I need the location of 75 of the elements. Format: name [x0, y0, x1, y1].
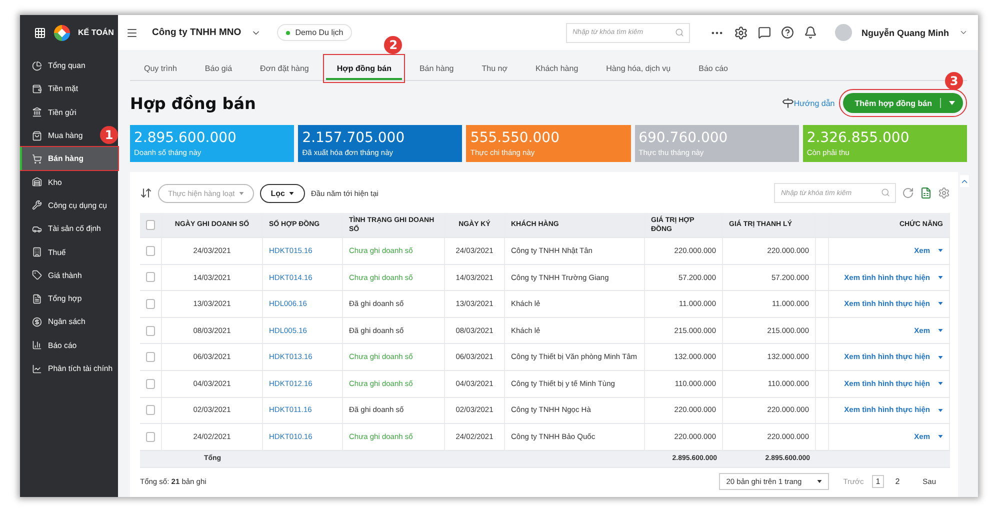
caret-icon[interactable]: [938, 249, 943, 252]
help-icon[interactable]: [780, 26, 794, 39]
logo-text: KẾ TOÁN: [78, 28, 114, 37]
apps-icon[interactable]: [34, 26, 46, 38]
settings-icon[interactable]: [734, 26, 748, 40]
pie-chart-icon: [32, 60, 42, 71]
bell-icon[interactable]: [804, 26, 816, 39]
page-button[interactable]: 1: [872, 475, 884, 488]
checkbox[interactable]: [146, 272, 155, 282]
checkbox[interactable]: [146, 405, 155, 416]
caret-icon: [817, 480, 822, 484]
callout-badge: 2: [384, 36, 402, 54]
caret-icon: [288, 192, 294, 194]
checkbox[interactable]: [146, 326, 155, 336]
tab[interactable]: Báo giá: [194, 57, 244, 80]
wallet-icon: [32, 84, 42, 94]
checkbox[interactable]: [146, 378, 155, 389]
search-icon: [674, 28, 684, 36]
tab[interactable]: Quy trình: [133, 57, 188, 80]
bag-icon: [32, 130, 42, 141]
checkbox[interactable]: [146, 246, 155, 256]
car-icon: [32, 224, 42, 234]
dollar-icon: [32, 316, 42, 327]
caret-icon[interactable]: [938, 302, 943, 306]
checkbox[interactable]: [146, 432, 155, 442]
logo-icon: [54, 24, 70, 40]
caret-icon: [949, 101, 955, 105]
cart-icon: [32, 154, 42, 164]
tab[interactable]: Bán hàng: [408, 57, 465, 80]
document-icon: [32, 294, 42, 304]
collapse-button[interactable]: [960, 175, 969, 187]
card-value: 2.895.600.000: [134, 130, 238, 146]
caret-icon[interactable]: [938, 329, 943, 332]
caret-icon[interactable]: [938, 382, 943, 386]
checkbox[interactable]: [146, 352, 155, 362]
status-dot: [286, 30, 290, 34]
bank-icon: [32, 107, 42, 118]
spreadsheet-icon[interactable]: [920, 187, 932, 199]
wrench-icon: [32, 200, 42, 210]
checkbox[interactable]: [146, 298, 155, 309]
card-value: 555.550.000: [470, 130, 560, 146]
tab[interactable]: Khách hàng: [524, 57, 590, 80]
callout-badge: 3: [945, 72, 963, 90]
signpost-icon: [782, 97, 794, 109]
search-icon: [881, 188, 890, 197]
card-value: 690.760.000: [638, 130, 729, 146]
caret-icon[interactable]: [938, 435, 943, 438]
line-chart-icon: [32, 364, 42, 374]
bar-chart-icon: [32, 340, 42, 350]
chevron-down-icon[interactable]: [959, 28, 968, 37]
callout-badge: 1: [100, 126, 118, 144]
caret-icon: [238, 192, 244, 194]
user-name[interactable]: Nguyễn Quang Minh: [862, 28, 949, 38]
caret-icon[interactable]: [938, 408, 943, 412]
page-title: Hợp đồng bán: [130, 94, 257, 112]
menu-icon[interactable]: [126, 26, 138, 38]
caret-icon[interactable]: [938, 356, 943, 359]
guide-link[interactable]: Hướng dẫn: [794, 98, 835, 108]
tab[interactable]: Đơn đặt hàng: [249, 57, 320, 80]
card-value: 2.157.705.000: [302, 130, 406, 146]
card-value: 2.326.855.000: [806, 130, 910, 146]
database-pill[interactable]: Demo Du lịch: [277, 24, 352, 41]
company-selector[interactable]: Công ty TNHH MNO: [152, 27, 242, 38]
chat-icon[interactable]: [758, 26, 770, 39]
checkbox[interactable]: [146, 220, 155, 230]
caret-icon[interactable]: [938, 276, 943, 279]
building-icon: [32, 247, 42, 258]
warehouse-icon: [32, 177, 42, 188]
refresh-icon[interactable]: [902, 187, 914, 199]
filter-button[interactable]: Lọc: [260, 184, 305, 202]
tab[interactable]: Hàng hóa, dịch vụ: [595, 57, 682, 80]
tab[interactable]: Thu nợ: [470, 57, 518, 80]
tab[interactable]: Báo cáo: [688, 57, 739, 80]
tag-icon: [32, 270, 42, 280]
sort-arrows-icon[interactable]: [140, 187, 152, 199]
